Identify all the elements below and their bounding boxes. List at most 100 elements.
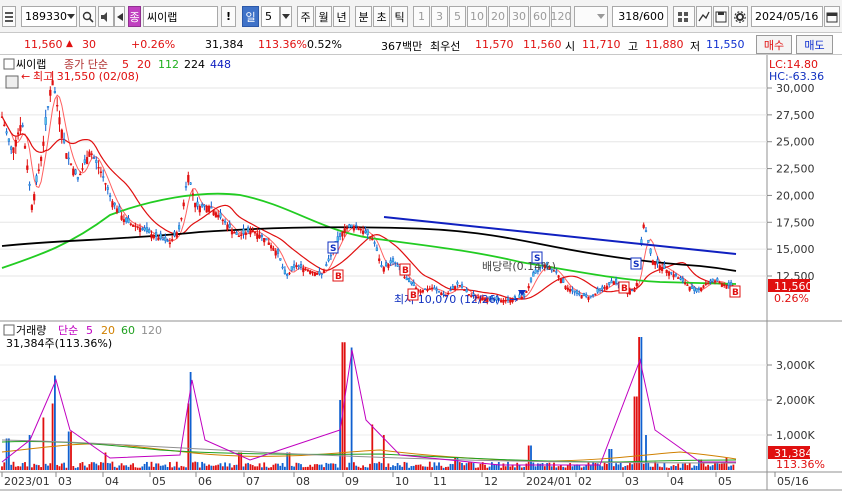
candle-body [424,288,427,290]
candle-body [37,169,40,171]
interval-30[interactable]: 30 [509,6,529,27]
candle-body [667,271,671,276]
line-tools-icon[interactable] [696,6,712,27]
candle-body [449,289,452,292]
volume-bar [180,465,183,470]
search-icon[interactable] [79,6,96,27]
candle-body [598,288,602,291]
volume-bar [201,461,203,470]
volume-bar [334,463,337,470]
tab-week[interactable]: 주 [297,6,314,27]
prev-stock-icon[interactable] [114,6,125,27]
candle-body [108,195,112,197]
candle-body [720,283,723,287]
calendar-icon[interactable] [824,6,840,27]
date-field[interactable]: 2024/05/16 [751,6,823,27]
volume-bar [132,463,134,470]
data-count-field[interactable]: 318/600 [612,6,668,27]
interval-120[interactable]: 120 [551,6,571,27]
volume-bar [534,466,537,470]
tab-minute[interactable]: 분 [355,6,372,27]
candle-body [601,286,604,290]
period-dropdown-icon[interactable] [280,6,292,27]
volume-bar [175,461,178,470]
volume-bar [86,467,88,470]
volume-bar [681,463,684,470]
volume-bar [647,462,650,470]
volume-bar [399,465,401,470]
interval-3[interactable]: 3 [431,6,448,27]
volume-bar [718,464,721,470]
candle-body [348,224,351,228]
interval-dropdown-icon[interactable] [594,6,608,27]
volume-bar [362,465,364,470]
candle-body [184,186,188,188]
interval-5[interactable]: 5 [449,6,466,27]
volume-bar [339,400,341,470]
volume-bar [3,462,6,470]
candle-body [707,282,710,285]
date-tick-label: 12 [484,475,498,488]
best-quote-label: 최우선 [430,40,461,53]
period-number-input[interactable]: 5 [261,6,280,27]
buy-button[interactable]: 매수 [756,35,792,54]
volume-bar [300,464,302,470]
volume-bar [617,464,620,470]
chart-mode-icon[interactable] [5,75,19,89]
candle-body [233,232,236,234]
interval-60[interactable]: 60 [530,6,550,27]
candle-body [458,284,461,287]
interval-20[interactable]: 20 [488,6,508,27]
save-icon[interactable] [713,6,729,27]
interval-10[interactable]: 10 [467,6,487,27]
volume-bar [93,462,95,470]
volume-bar [164,464,167,470]
volume-legend-ma-60: 60 [121,324,135,337]
candle-body [83,159,86,164]
tab-year[interactable]: 년 [333,6,350,27]
candle-body [242,228,245,234]
volume-bar [458,462,461,470]
interval-1[interactable]: 1 [413,6,430,27]
candle-body [403,276,406,279]
volume-bar [732,464,735,470]
candle-body [702,285,705,288]
volume-bar [721,463,723,470]
data-count-value: 318/600 [618,10,664,23]
candle-body [339,233,342,237]
candle-body [157,237,160,241]
chart-canvas[interactable]: 12,50015,00017,50020,00022,50025,00027,5… [0,55,842,499]
volume-bar [599,465,601,470]
volume-bar [297,463,300,470]
high-price: 11,880 [645,38,684,51]
svg-text:B: B [402,266,409,276]
menu-icon[interactable] [2,6,16,27]
volume-bar [392,465,394,470]
candle-body [412,282,415,286]
candle-body [569,289,572,292]
price-tick-label: 25,000 [776,136,815,149]
tab-month[interactable]: 월 [315,6,332,27]
volume-bar [21,463,24,470]
speaker-icon[interactable] [98,6,114,27]
candle-body [198,205,201,213]
tab-second[interactable]: 초 [373,6,390,27]
volume-bar [401,466,404,470]
gear-icon[interactable] [731,6,748,27]
volume-bar [387,463,390,470]
candle-body [92,157,96,159]
period-day-button[interactable]: 일 [242,6,259,27]
grid-settings-icon[interactable] [673,6,695,27]
volume-bar [514,467,516,470]
candle-body [373,242,376,244]
chart-area[interactable]: 12,500 15,000 17,500 20,000 22,500 25,000 27,5… [0,55,842,499]
candle-body [649,248,652,254]
alert-button[interactable]: ! [221,6,236,27]
tab-tick[interactable]: 틱 [391,6,408,27]
sell-button[interactable]: 매도 [796,35,833,54]
stock-name-field[interactable]: 씨이랩 [143,6,218,27]
candle-body [244,232,247,235]
code-dropdown-icon[interactable] [64,6,77,27]
date-value: 2024/05/16 [755,10,819,23]
candle-body [265,238,268,241]
